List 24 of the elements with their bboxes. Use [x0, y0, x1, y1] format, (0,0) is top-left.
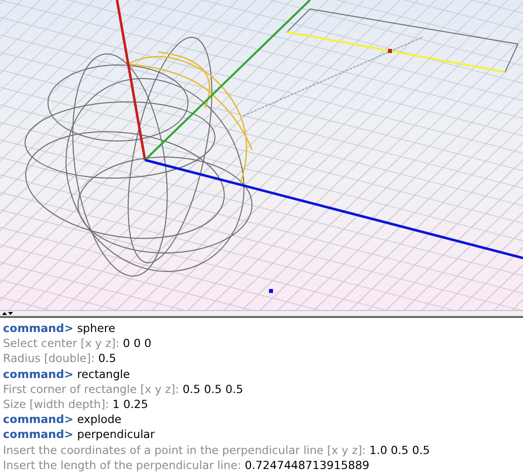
- collapse-arrows-icon[interactable]: [2, 310, 14, 316]
- prompt-value: 0 0 0: [122, 337, 152, 350]
- prompt-label: Radius [double]:: [3, 352, 95, 366]
- command-name: explode: [77, 413, 122, 426]
- prompt-value: 0.7247448713915889: [244, 458, 370, 472]
- splitter-bar[interactable]: [0, 310, 523, 318]
- prompt-label: Insert the coordinates of a point in the perpendicular line [x y z]:: [3, 444, 366, 457]
- command-name: perpendicular: [77, 428, 155, 442]
- command-name: sphere: [77, 322, 116, 335]
- command-prompt: command>: [3, 322, 74, 335]
- prompt-label: Select center [x y z]:: [3, 337, 120, 350]
- prompt-label: Size [width depth]:: [3, 398, 109, 412]
- prompt-label: Insert the length of the perpendicular line:: [3, 458, 242, 472]
- command-prompt: command>: [3, 428, 74, 442]
- command-prompt: command>: [3, 368, 74, 381]
- point-marker: [388, 49, 392, 53]
- prompt-value: 1.0 0.5 0.5: [369, 444, 430, 457]
- prompt-value: 0.5: [98, 352, 116, 366]
- point-marker: [269, 289, 273, 293]
- prompt-value: 0.5 0.5 0.5: [182, 382, 244, 396]
- command-prompt: command>: [3, 413, 74, 426]
- prompt-label: First corner of rectangle [x y z]:: [3, 382, 180, 396]
- command-name: rectangle: [77, 368, 130, 381]
- prompt-value: 1 0.25: [112, 398, 148, 412]
